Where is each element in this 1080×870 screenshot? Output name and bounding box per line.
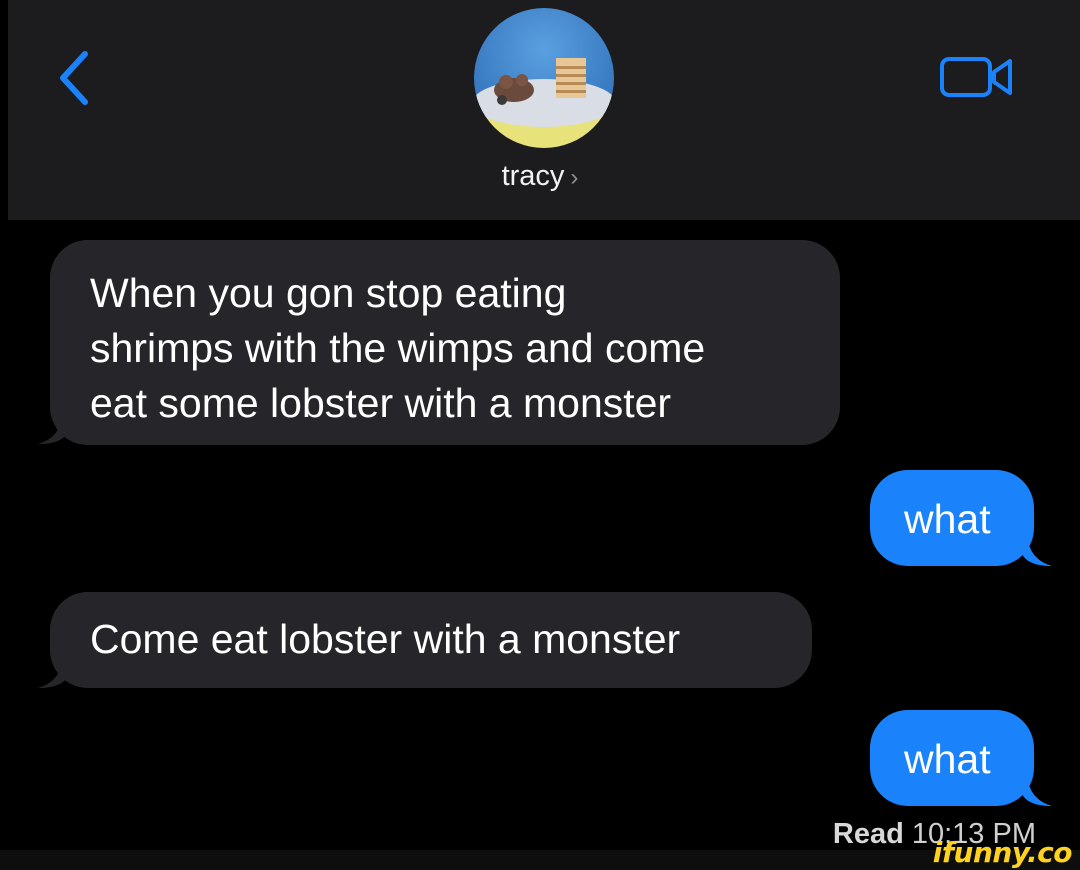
chevron-left-icon (60, 51, 88, 105)
contact-name[interactable]: tracy › (0, 160, 1080, 193)
incoming-message[interactable]: Come eat lobster with a monster (50, 592, 812, 688)
chevron-right-icon: › (570, 164, 579, 191)
contact-name-label: tracy (501, 160, 565, 192)
incoming-message[interactable]: When you gon stop eating shrimps with th… (50, 240, 840, 445)
avatar-image (474, 8, 614, 148)
outgoing-message[interactable]: what (870, 710, 1034, 806)
outgoing-bubble-tail (1022, 776, 1052, 806)
outgoing-message[interactable]: what (870, 470, 1034, 566)
ifunny-watermark: ifunny.co (932, 836, 1073, 869)
bottom-bar (0, 850, 1080, 870)
incoming-bubble-tail (38, 658, 68, 688)
read-label: Read (832, 818, 904, 850)
incoming-bubble-tail (38, 414, 68, 444)
video-camera-icon (940, 57, 1012, 97)
outgoing-bubble-tail (1022, 536, 1052, 566)
back-button[interactable] (50, 48, 100, 108)
contact-avatar[interactable] (474, 8, 614, 148)
video-call-button[interactable] (936, 52, 1020, 102)
